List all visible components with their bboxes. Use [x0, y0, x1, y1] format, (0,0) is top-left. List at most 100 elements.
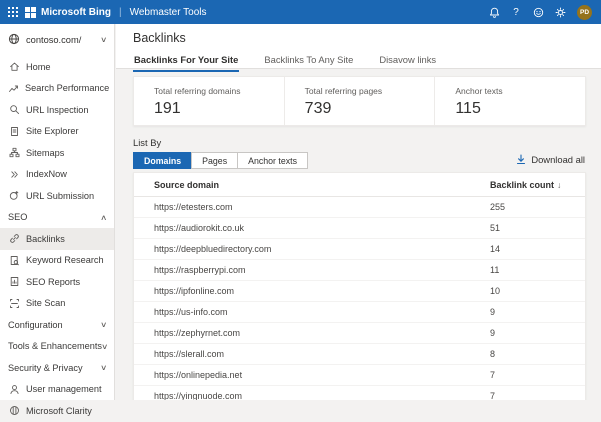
sidebar-item-sitemaps[interactable]: Sitemaps	[0, 142, 114, 164]
page-header: Backlinks Backlinks For Your Site Backli…	[116, 24, 601, 69]
magnifier-icon	[8, 104, 20, 115]
source-domain-cell[interactable]: https://us-info.com	[154, 307, 490, 317]
notifications-icon[interactable]	[483, 0, 505, 24]
source-domain-cell[interactable]: https://raspberrypi.com	[154, 265, 490, 275]
sidebar-item-search-performance[interactable]: Search Performance	[0, 78, 114, 100]
sidebar-item-backlinks[interactable]: Backlinks	[0, 228, 114, 250]
indexnow-icon	[8, 169, 20, 180]
stat-anchor-texts: Anchor texts 115	[434, 77, 585, 125]
sidebar-section-security-privacy[interactable]: Security & Privacy ∨	[0, 357, 114, 379]
chevron-down-icon: ∨	[101, 342, 108, 351]
sidebar-item-microsoft-clarity[interactable]: Microsoft Clarity	[0, 400, 114, 422]
stat-label: Anchor texts	[455, 86, 585, 96]
source-domain-cell[interactable]: https://onlinepedia.net	[154, 370, 490, 380]
column-source-domain[interactable]: Source domain	[154, 180, 490, 190]
sidebar-item-seo-reports[interactable]: SEO Reports	[0, 271, 114, 293]
sidebar-item-site-explorer[interactable]: Site Explorer	[0, 121, 114, 143]
table-row[interactable]: https://audiorokit.co.uk 51	[134, 218, 585, 239]
brand[interactable]: Microsoft Bing | Webmaster Tools	[25, 7, 207, 18]
tab-disavow-links[interactable]: Disavow links	[378, 54, 437, 72]
app-launcher-icon[interactable]	[0, 7, 25, 17]
download-all-button[interactable]: Download all	[516, 154, 585, 165]
main-content: Backlinks Backlinks For Your Site Backli…	[116, 24, 601, 400]
sidebar-item-label: Keyword Research	[26, 255, 104, 265]
stat-value: 115	[455, 100, 585, 118]
brand-divider: |	[119, 7, 122, 18]
sidebar-item-label: Site Scan	[26, 298, 65, 308]
stat-value: 191	[154, 100, 284, 118]
sidebar-item-label: SEO	[8, 212, 27, 222]
table-header-row: Source domain Backlink count↓	[134, 173, 585, 197]
table-row[interactable]: https://yingnuode.com 7	[134, 386, 585, 400]
source-domain-cell[interactable]: https://zephyrnet.com	[154, 328, 490, 338]
table-row[interactable]: https://onlinepedia.net 7	[134, 365, 585, 386]
settings-icon[interactable]	[549, 0, 571, 24]
sidebar-item-indexnow[interactable]: IndexNow	[0, 164, 114, 186]
stat-total-referring-domains: Total referring domains 191	[134, 77, 284, 125]
toggle-anchor-texts[interactable]: Anchor texts	[237, 152, 308, 169]
sidebar-item-label: URL Inspection	[26, 105, 88, 115]
tab-bar: Backlinks For Your Site Backlinks To Any…	[133, 54, 601, 72]
person-icon	[8, 384, 20, 395]
sidebar-section-tools-enhancements[interactable]: Tools & Enhancements ∨	[0, 336, 114, 358]
sidebar: contoso.com/ ∨ Home Search Performance U…	[0, 24, 115, 400]
home-icon	[8, 61, 20, 72]
sidebar-item-label: Configuration	[8, 320, 63, 330]
backlinks-table: Source domain Backlink count↓ https://et…	[133, 172, 586, 400]
toggle-pages[interactable]: Pages	[191, 152, 238, 169]
list-by-label: List By	[133, 137, 161, 148]
sidebar-item-label: IndexNow	[26, 169, 67, 179]
url-submission-icon	[8, 190, 20, 201]
sidebar-item-url-inspection[interactable]: URL Inspection	[0, 99, 114, 121]
sidebar-item-user-management[interactable]: User management	[0, 379, 114, 401]
document-icon	[8, 126, 20, 137]
sidebar-item-site-scan[interactable]: Site Scan	[0, 293, 114, 315]
help-icon[interactable]: ?	[505, 0, 527, 24]
table-row[interactable]: https://etesters.com 255	[134, 197, 585, 218]
backlink-count-cell: 14	[490, 244, 585, 254]
table-row[interactable]: https://us-info.com 9	[134, 302, 585, 323]
site-selector[interactable]: contoso.com/ ∨	[0, 26, 114, 53]
table-row[interactable]: https://ipfonline.com 10	[134, 281, 585, 302]
globe-icon	[8, 33, 20, 47]
sidebar-item-label: Backlinks	[26, 234, 65, 244]
feedback-icon[interactable]	[527, 0, 549, 24]
source-domain-cell[interactable]: https://slerall.com	[154, 349, 490, 359]
source-domain-cell[interactable]: https://ipfonline.com	[154, 286, 490, 296]
sidebar-section-configuration[interactable]: Configuration ∨	[0, 314, 114, 336]
backlink-count-cell: 7	[490, 391, 585, 400]
stat-label: Total referring pages	[305, 86, 435, 96]
source-domain-cell[interactable]: https://deepbluedirectory.com	[154, 244, 490, 254]
sidebar-item-label: Tools & Enhancements	[8, 341, 102, 351]
source-domain-cell[interactable]: https://yingnuode.com	[154, 391, 490, 400]
column-backlink-count[interactable]: Backlink count↓	[490, 180, 585, 190]
backlink-count-cell: 9	[490, 328, 585, 338]
sidebar-item-home[interactable]: Home	[0, 56, 114, 78]
table-row[interactable]: https://slerall.com 8	[134, 344, 585, 365]
topbar: Microsoft Bing | Webmaster Tools ? PD	[0, 0, 601, 24]
backlink-count-cell: 7	[490, 370, 585, 380]
stat-total-referring-pages: Total referring pages 739	[284, 77, 435, 125]
table-row[interactable]: https://zephyrnet.com 9	[134, 323, 585, 344]
table-row[interactable]: https://raspberrypi.com 11	[134, 260, 585, 281]
sidebar-item-label: Microsoft Clarity	[26, 406, 92, 416]
sidebar-item-label: Search Performance	[25, 83, 109, 93]
app-name: Webmaster Tools	[130, 7, 207, 18]
sidebar-section-seo[interactable]: SEO ∧	[0, 207, 114, 229]
product-name: Microsoft Bing	[41, 7, 111, 18]
tab-backlinks-for-your-site[interactable]: Backlinks For Your Site	[133, 54, 239, 72]
sidebar-item-url-submission[interactable]: URL Submission	[0, 185, 114, 207]
backlink-count-cell: 51	[490, 223, 585, 233]
sidebar-item-label: Site Explorer	[26, 126, 79, 136]
tab-backlinks-to-any-site[interactable]: Backlinks To Any Site	[263, 54, 354, 72]
sidebar-item-label: Sitemaps	[26, 148, 64, 158]
table-row[interactable]: https://deepbluedirectory.com 14	[134, 239, 585, 260]
list-by-toggle: Domains Pages Anchor texts	[133, 152, 308, 169]
user-avatar[interactable]: PD	[577, 5, 592, 20]
chevron-down-icon: ∨	[100, 35, 107, 44]
sidebar-item-keyword-research[interactable]: Keyword Research	[0, 250, 114, 272]
source-domain-cell[interactable]: https://etesters.com	[154, 202, 490, 212]
microsoft-logo-icon	[25, 7, 36, 18]
toggle-domains[interactable]: Domains	[133, 152, 192, 169]
source-domain-cell[interactable]: https://audiorokit.co.uk	[154, 223, 490, 233]
